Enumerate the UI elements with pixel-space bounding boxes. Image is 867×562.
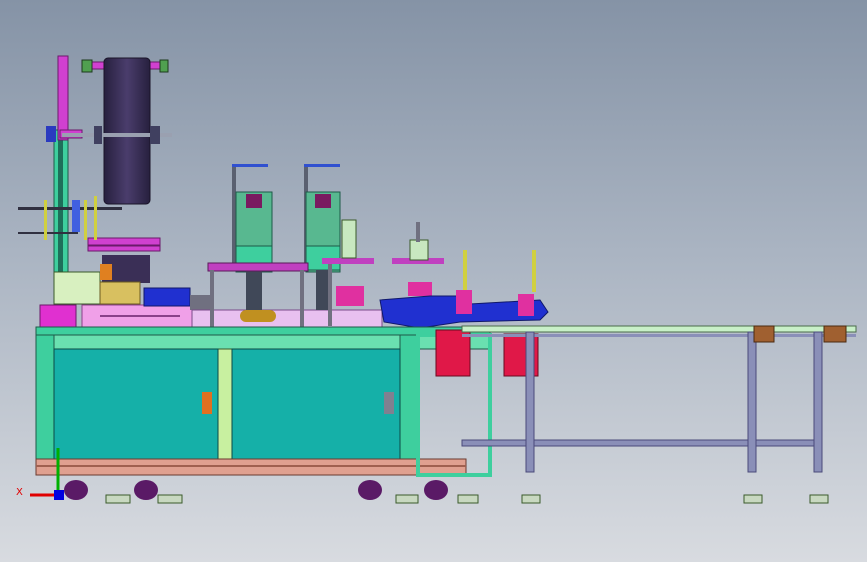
- upper-guide-knob-left: [81, 59, 93, 73]
- caster-2: [134, 480, 158, 500]
- foot-6: [743, 494, 763, 504]
- fold-pink: [408, 282, 432, 296]
- cut-legs: [328, 264, 332, 326]
- welding-table-leg-l: [210, 270, 214, 330]
- head1-rod: [232, 166, 236, 270]
- feed-magenta-block: [39, 304, 77, 328]
- conveyor-rail-top: [461, 325, 857, 333]
- stand-top-arm: [57, 55, 69, 141]
- welding-head-1: [232, 164, 273, 310]
- head2-top-bar: [304, 164, 340, 167]
- reel-hub-right: [150, 126, 160, 144]
- lower-guide-bar-2: [87, 245, 161, 252]
- cabinet-left-leg: [35, 334, 55, 476]
- sensor-post-1: [84, 200, 87, 240]
- feed-motor-block: [143, 287, 191, 307]
- feed-conveyor: [191, 309, 383, 329]
- head1-tool: [246, 270, 262, 310]
- fold-station: [392, 222, 444, 296]
- chute-pink-2: [518, 294, 534, 316]
- door-left: [53, 348, 219, 460]
- cut-block: [336, 286, 364, 306]
- reel-material: [103, 57, 151, 205]
- tension-rods-2: [18, 232, 78, 234]
- chute-post-2: [532, 250, 536, 292]
- door-handle-right: [384, 392, 394, 414]
- cut-cylinder: [341, 219, 357, 259]
- welding-table-top: [207, 262, 309, 272]
- sensor-post-2: [94, 196, 97, 240]
- lower-guide-bar: [87, 237, 161, 246]
- feed-yellow-part: [99, 281, 141, 305]
- sensor-post-3: [44, 200, 47, 240]
- feed-gray-part: [190, 295, 210, 310]
- head2-tool: [316, 270, 330, 310]
- conveyor-leg-1: [525, 331, 535, 473]
- cabinet-right-leg: [399, 334, 419, 476]
- head2-window: [315, 194, 331, 208]
- conveyor-leg-3: [813, 331, 823, 473]
- triad-z-marker: [54, 490, 64, 500]
- door-right: [231, 348, 401, 460]
- fold-rod: [416, 222, 420, 242]
- door-handle-left: [202, 392, 212, 414]
- chute-pink-1: [456, 290, 472, 314]
- chute-post-1: [463, 250, 467, 290]
- upper-guide-knob-right: [159, 59, 169, 73]
- foot-1: [105, 494, 131, 504]
- caster-1: [64, 480, 88, 500]
- head1-top-bar: [232, 164, 268, 167]
- conveyor-leg-2: [747, 331, 757, 473]
- foot-5: [521, 494, 541, 504]
- feed-plate-line: [100, 315, 180, 317]
- left-base-box: [53, 271, 101, 305]
- foot-7: [809, 494, 829, 504]
- head1-window: [246, 194, 262, 208]
- foot-4: [457, 494, 479, 504]
- tension-rods: [18, 207, 122, 210]
- feed-roll-gold: [240, 310, 276, 322]
- hub-clamp-left: [46, 126, 56, 142]
- cad-viewport[interactable]: X: [0, 0, 867, 562]
- cabinet-base-line: [36, 465, 466, 467]
- cut-frame: [322, 258, 374, 264]
- welding-head-2: [304, 164, 341, 310]
- cylinder-vertical: [72, 200, 80, 232]
- casters: [64, 480, 829, 504]
- machine-model: [18, 55, 857, 504]
- caster-4: [424, 480, 448, 500]
- cabinet-rail-2: [35, 334, 491, 350]
- foot-2: [157, 494, 183, 504]
- triad-x-label: X: [16, 487, 23, 498]
- main-cabinet: [35, 326, 539, 477]
- cabinet-mid-leg: [217, 348, 233, 460]
- conveyor-lower-rail: [461, 439, 823, 447]
- welding-table-leg-r: [300, 270, 304, 330]
- conveyor-end-bracket-2: [823, 325, 847, 343]
- foot-3: [395, 494, 419, 504]
- feed-orange-part: [100, 264, 112, 280]
- reel-hub-left: [94, 126, 102, 144]
- caster-3: [358, 480, 382, 500]
- conveyor-rail-2: [462, 334, 856, 337]
- conveyor-end-bracket-1: [753, 325, 775, 343]
- fold-cylinder: [409, 239, 429, 261]
